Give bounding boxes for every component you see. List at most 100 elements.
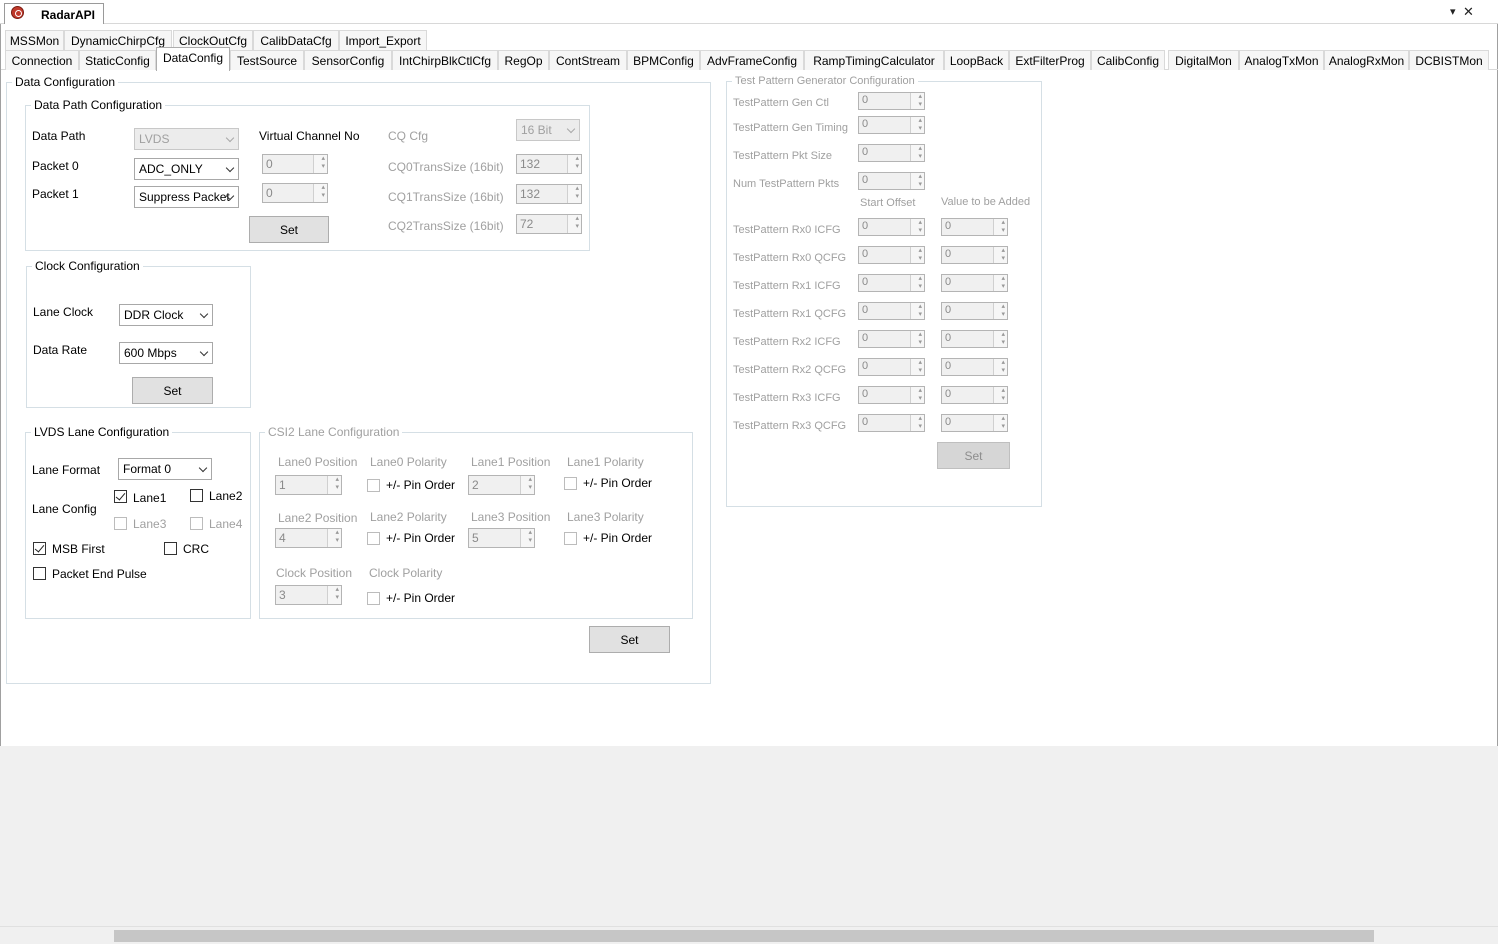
- tab-calibconfig[interactable]: CalibConfig: [1091, 50, 1165, 70]
- lane3-pin-order-checkbox: [564, 532, 577, 545]
- scrollbar-thumb[interactable]: [114, 930, 1374, 942]
- lane3-checkbox: [114, 517, 127, 530]
- packet1-select[interactable]: Suppress Packet: [134, 186, 239, 208]
- tab-analogtxmon[interactable]: AnalogTxMon: [1239, 50, 1324, 70]
- tab-calibdatacfg[interactable]: CalibDataCfg: [253, 30, 339, 50]
- virtual-channel-1-spinner[interactable]: 0: [262, 183, 328, 203]
- crc-checkbox[interactable]: [164, 542, 177, 555]
- csi2-set-button[interactable]: Set: [589, 626, 670, 653]
- num-pkts-spinner: 0: [858, 172, 925, 190]
- tab-row-2: Connection StaticConfig DataConfig TestSour…: [1, 47, 1498, 71]
- tab-dataconfig[interactable]: DataConfig: [156, 47, 230, 71]
- data-rate-select[interactable]: 600 Mbps: [119, 342, 213, 364]
- virtual-channel-0-spinner[interactable]: 0: [262, 154, 328, 174]
- tp-value-added-spinner: 0: [941, 302, 1008, 320]
- tp-row-label: TestPattern Rx1 QCFG: [733, 308, 847, 320]
- tp-value-added-spinner: 0: [941, 218, 1008, 236]
- lane4-label: Lane4: [209, 517, 243, 531]
- lane-config-label: Lane Config: [32, 502, 97, 516]
- data-path-title: Data Path Configuration: [31, 98, 166, 112]
- lane0-position-label: Lane0 Position: [278, 455, 358, 469]
- cq-cfg-select: 16 Bit: [516, 119, 580, 141]
- lane2-position-spinner: 4: [275, 528, 342, 548]
- lane-format-select[interactable]: Format 0: [118, 458, 212, 480]
- lane3-label: Lane3: [133, 517, 167, 531]
- tp-start-offset-spinner: 0: [858, 246, 925, 264]
- data-path-select: LVDS: [134, 128, 239, 150]
- gen-ctl-spinner: 0: [858, 92, 925, 110]
- lane-clock-label: Lane Clock: [33, 305, 94, 319]
- radar-app-icon: [11, 6, 24, 19]
- close-icon[interactable]: ✕: [1463, 5, 1474, 19]
- tab-dcbistmon[interactable]: DCBISTMon: [1409, 50, 1489, 70]
- lane1-label: Lane1: [133, 491, 167, 505]
- tp-value-added-spinner: 0: [941, 274, 1008, 292]
- tab-bpmconfig[interactable]: BPMConfig: [627, 50, 700, 70]
- packet0-label: Packet 0: [32, 159, 79, 173]
- lane-clock-select[interactable]: DDR Clock: [119, 304, 213, 326]
- tab-loopback[interactable]: LoopBack: [944, 50, 1009, 70]
- test-pattern-title: Test Pattern Generator Configuration: [732, 75, 918, 87]
- clock-set-button[interactable]: Set: [132, 377, 213, 404]
- tab-regop[interactable]: RegOp: [498, 50, 549, 70]
- tab-connection[interactable]: Connection: [5, 50, 79, 70]
- lane1-position-label: Lane1 Position: [471, 455, 551, 469]
- tp-start-offset-spinner: 0: [858, 274, 925, 292]
- tab-digitalmon[interactable]: DigitalMon: [1168, 50, 1239, 70]
- msb-first-label: MSB First: [52, 542, 105, 556]
- tab-sensorconfig[interactable]: SensorConfig: [304, 50, 392, 70]
- cq0-transsize-label: CQ0TransSize (16bit): [388, 160, 504, 174]
- tab-staticconfig[interactable]: StaticConfig: [79, 50, 156, 70]
- packet0-select[interactable]: ADC_ONLY: [134, 158, 239, 180]
- tp-value-added-spinner: 0: [941, 386, 1008, 404]
- tab-intchirpblkctlcfg[interactable]: IntChirpBlkCtlCfg: [392, 50, 498, 70]
- tab-import-export[interactable]: Import_Export: [339, 30, 427, 50]
- tab-ramptimingcalculator[interactable]: RampTimingCalculator: [804, 50, 944, 70]
- lane2-position-label: Lane2 Position: [278, 511, 358, 525]
- data-path-label: Data Path: [32, 129, 86, 143]
- virtual-channel-label: Virtual Channel No: [259, 129, 360, 143]
- cq2-transsize-spinner: 72: [516, 214, 582, 234]
- lane3-position-label: Lane3 Position: [471, 510, 551, 524]
- lane3-pin-order-label: +/- Pin Order: [583, 531, 653, 545]
- tab-testsource[interactable]: TestSource: [230, 50, 304, 70]
- cq-cfg-label: CQ Cfg: [388, 129, 429, 143]
- tp-row-label: TestPattern Rx0 QCFG: [733, 252, 847, 264]
- tab-extfilterprog[interactable]: ExtFilterProg: [1009, 50, 1091, 70]
- packet-end-pulse-label: Packet End Pulse: [52, 567, 147, 581]
- lane1-checkbox[interactable]: [114, 490, 127, 503]
- lane0-pin-order-checkbox: [367, 479, 380, 492]
- tp-value-added-spinner: 0: [941, 330, 1008, 348]
- lane2-pin-order-checkbox: [367, 532, 380, 545]
- window-title: RadarAPI: [41, 8, 96, 22]
- tp-row-label: TestPattern Rx2 ICFG: [733, 336, 841, 348]
- lvds-lane-title: LVDS Lane Configuration: [31, 425, 173, 439]
- lane3-position-spinner: 5: [468, 528, 535, 548]
- data-rate-label: Data Rate: [33, 343, 88, 357]
- document-tab[interactable]: RadarAPI: [4, 3, 104, 24]
- packet-end-pulse-checkbox[interactable]: [33, 567, 46, 580]
- tp-start-offset-spinner: 0: [858, 414, 925, 432]
- data-path-set-button[interactable]: Set: [249, 216, 329, 243]
- tab-contstream[interactable]: ContStream: [549, 50, 627, 70]
- tp-row-label: TestPattern Rx3 QCFG: [733, 420, 847, 432]
- tp-row-label: TestPattern Rx1 ICFG: [733, 280, 841, 292]
- packet1-label: Packet 1: [32, 187, 79, 201]
- tab-mssmon[interactable]: MSSMon: [5, 30, 64, 50]
- data-configuration-title: Data Configuration: [12, 75, 119, 89]
- msb-first-checkbox[interactable]: [33, 542, 46, 555]
- tab-advframeconfig[interactable]: AdvFrameConfig: [700, 50, 804, 70]
- lane2-pin-order-label: +/- Pin Order: [386, 531, 456, 545]
- cq2-transsize-label: CQ2TransSize (16bit): [388, 219, 504, 233]
- tab-analogrxmon[interactable]: AnalogRxMon: [1324, 50, 1409, 70]
- lane4-checkbox: [190, 517, 203, 530]
- gen-timing-spinner: 0: [858, 116, 925, 134]
- tp-start-offset-spinner: 0: [858, 302, 925, 320]
- lane2-checkbox[interactable]: [190, 489, 203, 502]
- window-menu-icon[interactable]: ▾: [1450, 5, 1456, 19]
- clock-pin-order-label: +/- Pin Order: [386, 591, 456, 605]
- lane3-polarity-label: Lane3 Polarity: [567, 510, 644, 524]
- num-pkts-label: Num TestPattern Pkts: [733, 178, 840, 190]
- horizontal-scrollbar[interactable]: [0, 926, 1498, 943]
- clock-pin-order-checkbox: [367, 592, 380, 605]
